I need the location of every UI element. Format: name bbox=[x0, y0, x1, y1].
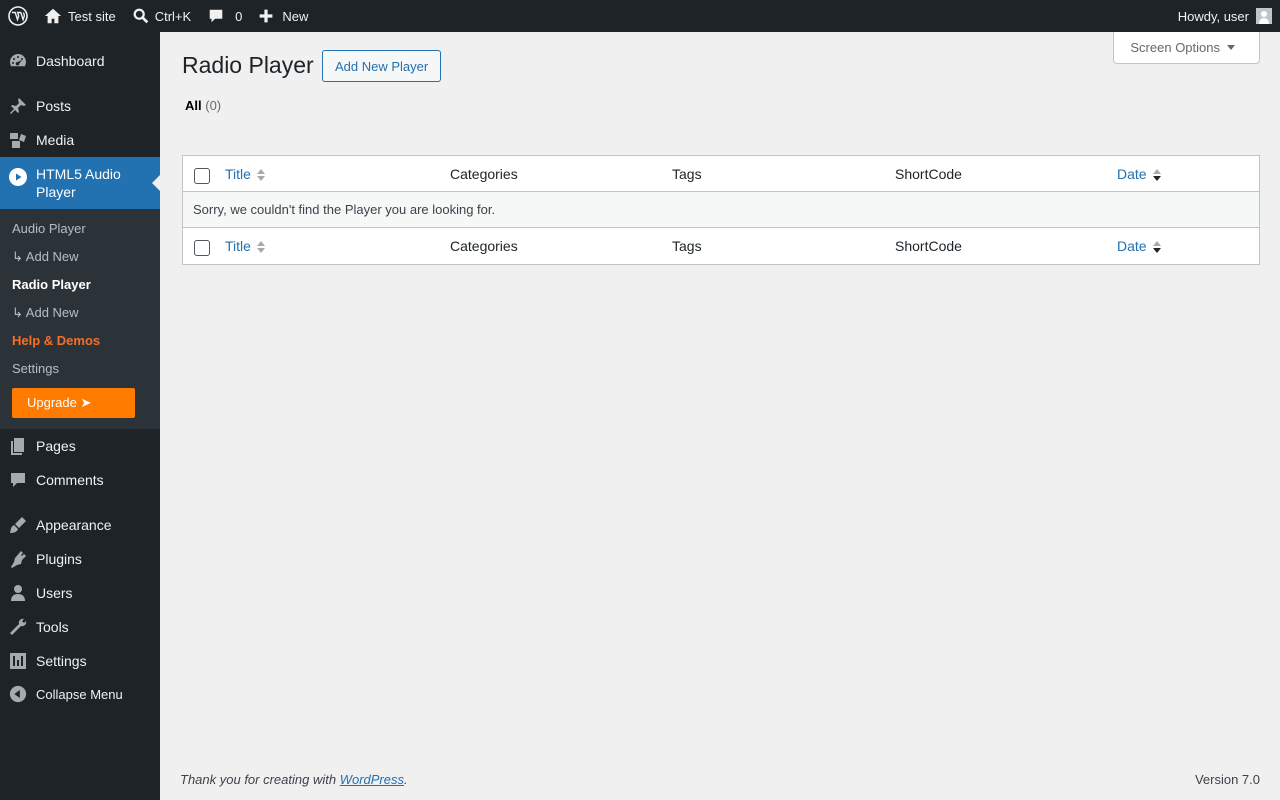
column-title-sort[interactable]: Title bbox=[225, 166, 265, 182]
submenu-item-radio-player[interactable]: Radio Player bbox=[12, 277, 91, 292]
sort-arrows-icon bbox=[1152, 168, 1161, 182]
sort-arrows-icon bbox=[1152, 240, 1161, 254]
site-name-link[interactable]: Test site bbox=[36, 0, 124, 32]
column-categories-footer: Categories bbox=[450, 238, 518, 254]
sidebar-item-pages[interactable]: Pages bbox=[0, 429, 160, 463]
select-all-checkbox-footer[interactable] bbox=[194, 240, 210, 256]
sidebar-item-label: Posts bbox=[36, 98, 72, 114]
media-icon bbox=[10, 133, 26, 148]
wordpress-link[interactable]: WordPress bbox=[340, 772, 404, 787]
players-table: Title Categories Tags ShortCode Date Sor… bbox=[182, 155, 1260, 265]
select-all-checkbox[interactable] bbox=[194, 168, 210, 184]
status-filter: All (0) bbox=[185, 98, 221, 113]
sidebar-item-label: Dashboard bbox=[36, 53, 105, 69]
avatar bbox=[1256, 8, 1272, 24]
collapse-arrow-icon bbox=[9, 685, 27, 703]
sort-arrows-icon bbox=[256, 240, 265, 254]
sidebar-item-settings[interactable]: Settings bbox=[0, 644, 160, 678]
paintbrush-icon bbox=[10, 517, 26, 533]
collapse-menu-button[interactable]: Collapse Menu bbox=[0, 677, 160, 711]
column-date-label: Date bbox=[1117, 238, 1147, 254]
caret-down-icon bbox=[1227, 45, 1235, 50]
footer-version: Version 7.0 bbox=[1194, 772, 1260, 787]
sidebar-item-posts[interactable]: Posts bbox=[0, 89, 160, 123]
column-shortcode-footer: ShortCode bbox=[895, 238, 962, 254]
sidebar-item-label: Plugins bbox=[36, 551, 82, 567]
filter-all-link[interactable]: All bbox=[185, 98, 202, 113]
submenu-item-settings[interactable]: Settings bbox=[12, 361, 59, 376]
column-categories: Categories bbox=[450, 166, 518, 182]
submenu-item-add-new-radio[interactable]: ↳ Add New bbox=[12, 305, 79, 321]
column-shortcode: ShortCode bbox=[895, 166, 962, 182]
table-footer-row: Title Categories Tags ShortCode Date bbox=[183, 228, 1259, 264]
submenu-item-help-demos[interactable]: Help & Demos bbox=[12, 333, 100, 348]
filter-all-count: (0) bbox=[205, 98, 222, 113]
comments-count: 0 bbox=[235, 8, 243, 24]
sidebar-item-plugins[interactable]: Plugins bbox=[0, 542, 160, 576]
comments-link[interactable]: 0 bbox=[199, 0, 250, 32]
search-shortcut-label: Ctrl+K bbox=[154, 8, 192, 24]
sidebar-item-label: Tools bbox=[36, 619, 69, 635]
sidebar-item-label: Pages bbox=[36, 438, 76, 454]
admin-sidebar: Dashboard Posts Media HTML5 Audio Player… bbox=[0, 32, 160, 800]
column-title-label: Title bbox=[225, 238, 251, 254]
pages-icon bbox=[11, 438, 24, 455]
column-date-sort[interactable]: Date bbox=[1117, 166, 1161, 182]
column-date-label: Date bbox=[1117, 166, 1147, 182]
submenu-item-add-new-audio[interactable]: ↳ Add New bbox=[12, 249, 79, 265]
sidebar-item-label: Appearance bbox=[36, 517, 112, 533]
sidebar-item-comments[interactable]: Comments bbox=[0, 463, 160, 497]
column-date-sort-footer[interactable]: Date bbox=[1117, 238, 1161, 254]
wordpress-logo-icon[interactable] bbox=[0, 0, 36, 32]
upgrade-button[interactable]: Upgrade ➤ bbox=[12, 388, 135, 418]
search-shortcut[interactable]: Ctrl+K bbox=[124, 0, 199, 32]
site-name-label: Test site bbox=[68, 8, 116, 24]
screen-options-label: Screen Options bbox=[1130, 40, 1220, 55]
sidebar-item-label: HTML5 Audio Player bbox=[36, 166, 121, 200]
sidebar-item-users[interactable]: Users bbox=[0, 576, 160, 610]
home-icon bbox=[44, 8, 62, 24]
sidebar-item-dashboard[interactable]: Dashboard bbox=[0, 44, 160, 78]
table-header-row: Title Categories Tags ShortCode Date bbox=[183, 156, 1259, 192]
sidebar-item-label: Settings bbox=[36, 653, 87, 669]
dashboard-gauge-icon bbox=[10, 54, 26, 67]
sidebar-item-media[interactable]: Media bbox=[0, 123, 160, 157]
new-content-link[interactable]: New bbox=[250, 0, 316, 32]
plugin-icon bbox=[11, 551, 26, 568]
user-icon bbox=[11, 585, 25, 601]
comment-bubble-icon bbox=[11, 473, 25, 487]
main-content: Screen Options Radio Player Add New Play… bbox=[160, 32, 1280, 800]
my-account-link[interactable]: Howdy, user bbox=[1170, 0, 1280, 32]
greeting-label: Howdy, user bbox=[1177, 8, 1249, 24]
column-tags: Tags bbox=[672, 166, 702, 182]
new-label: New bbox=[282, 8, 309, 24]
sort-arrows-icon bbox=[256, 168, 265, 182]
column-title-label: Title bbox=[225, 166, 251, 182]
play-circle-icon bbox=[9, 168, 27, 186]
add-new-player-button[interactable]: Add New Player bbox=[322, 50, 442, 82]
sidebar-item-appearance[interactable]: Appearance bbox=[0, 508, 160, 542]
sidebar-item-tools[interactable]: Tools bbox=[0, 610, 160, 644]
pushpin-icon bbox=[10, 98, 26, 114]
plus-icon bbox=[260, 9, 273, 23]
wrench-icon bbox=[10, 618, 27, 635]
column-title-sort-footer[interactable]: Title bbox=[225, 238, 265, 254]
column-tags-footer: Tags bbox=[672, 238, 702, 254]
footer-thanks: Thank you for creating with WordPress. bbox=[180, 772, 408, 787]
footer-thanks-prefix: Thank you for creating with bbox=[180, 772, 340, 787]
page-title: Radio Player bbox=[182, 52, 314, 78]
sidebar-item-label: Media bbox=[36, 132, 75, 148]
sidebar-item-label: Comments bbox=[36, 472, 104, 488]
footer-thanks-suffix: . bbox=[404, 772, 408, 787]
sidebar-item-html5-audio-player[interactable]: HTML5 Audio Player bbox=[0, 157, 160, 209]
collapse-menu-label: Collapse Menu bbox=[36, 686, 123, 702]
settings-sliders-icon bbox=[10, 653, 26, 669]
admin-bar: Test site Ctrl+K 0 New Howdy, user bbox=[0, 0, 1280, 32]
submenu-item-audio-player[interactable]: Audio Player bbox=[12, 221, 86, 236]
no-items-message: Sorry, we couldn't find the Player you a… bbox=[183, 192, 1259, 228]
sidebar-item-label: Users bbox=[36, 585, 73, 601]
screen-options-button[interactable]: Screen Options bbox=[1113, 32, 1260, 64]
comment-bubble-icon bbox=[209, 9, 223, 23]
search-icon bbox=[133, 8, 148, 24]
